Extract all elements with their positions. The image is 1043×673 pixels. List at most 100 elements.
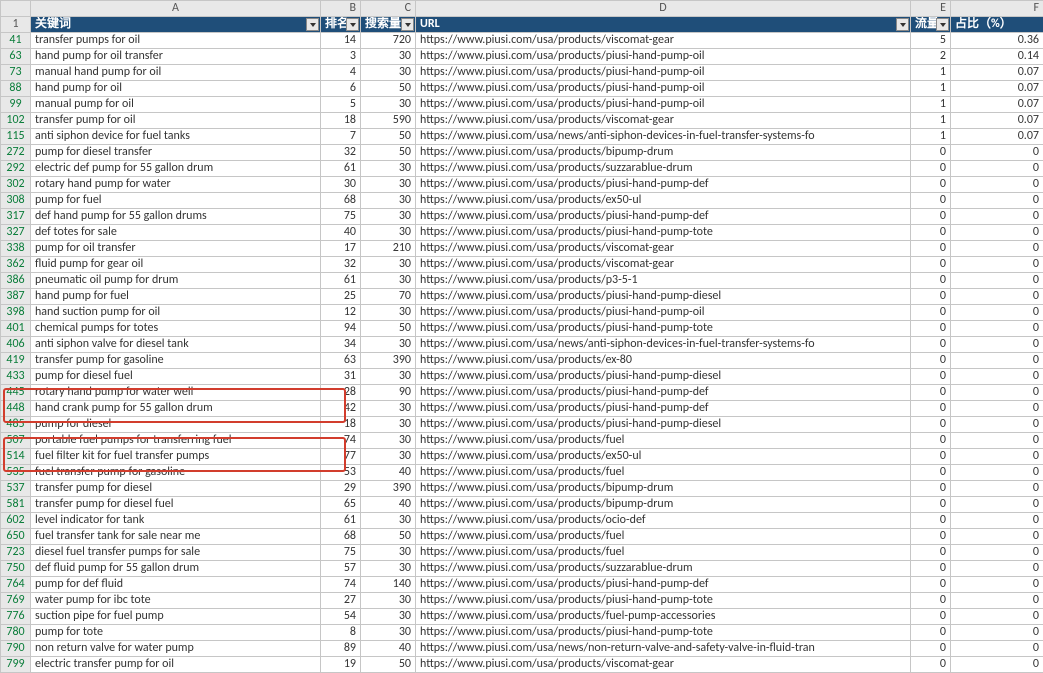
cell-rank[interactable]: 94 — [321, 321, 361, 337]
cell-traffic[interactable]: 0 — [911, 529, 951, 545]
cell-keyword[interactable]: non return valve for water pump — [31, 641, 321, 657]
table-row[interactable]: 485pump for diesel1830https://www.piusi.… — [1, 417, 1043, 433]
row-number[interactable]: 401 — [6, 321, 24, 335]
row-number[interactable]: 102 — [6, 113, 24, 127]
cell-rank[interactable]: 61 — [321, 161, 361, 177]
table-row[interactable]: 507portable fuel pumps for transferring … — [1, 433, 1043, 449]
row-number[interactable]: 292 — [6, 161, 24, 175]
cell-rank[interactable]: 54 — [321, 609, 361, 625]
cell-searchvol[interactable]: 30 — [361, 193, 416, 209]
cell-keyword[interactable]: def hand pump for 55 gallon drums — [31, 209, 321, 225]
cell-rank[interactable]: 68 — [321, 193, 361, 209]
table-row[interactable]: 406anti siphon valve for diesel tank3430… — [1, 337, 1043, 353]
cell-searchvol[interactable]: 40 — [361, 641, 416, 657]
cell-percent[interactable]: 0.14 — [951, 49, 1043, 65]
cell-keyword[interactable]: fuel transfer pump for gasoline — [31, 465, 321, 481]
cell-keyword[interactable]: hand crank pump for 55 gallon drum — [31, 401, 321, 417]
cell-keyword[interactable]: fuel filter kit for fuel transfer pumps — [31, 449, 321, 465]
row-head-1[interactable]: 1 — [1, 17, 31, 33]
cell-traffic[interactable]: 0 — [911, 497, 951, 513]
cell-rank[interactable]: 34 — [321, 337, 361, 353]
cell-url[interactable]: https://www.piusi.com/usa/products/piusi… — [416, 593, 911, 609]
cell-url[interactable]: https://www.piusi.com/usa/products/visco… — [416, 657, 911, 673]
cell-percent[interactable]: 0 — [951, 337, 1043, 353]
cell-url[interactable]: https://www.piusi.com/usa/products/fuel — [416, 529, 911, 545]
table-row[interactable]: 73manual hand pump for oil430https://www… — [1, 65, 1043, 81]
cell-searchvol[interactable]: 30 — [361, 449, 416, 465]
cell-url[interactable]: https://www.piusi.com/usa/products/visco… — [416, 257, 911, 273]
table-row[interactable]: 445rotary hand pump for water well2890ht… — [1, 385, 1043, 401]
cell-keyword[interactable]: hand pump for fuel — [31, 289, 321, 305]
cell-percent[interactable]: 0 — [951, 289, 1043, 305]
cell-traffic[interactable]: 0 — [911, 609, 951, 625]
cell-rank[interactable]: 27 — [321, 593, 361, 609]
cell-traffic[interactable]: 0 — [911, 433, 951, 449]
cell-url[interactable]: https://www.piusi.com/usa/products/piusi… — [416, 417, 911, 433]
cell-url[interactable]: https://www.piusi.com/usa/products/piusi… — [416, 401, 911, 417]
cell-rank[interactable]: 31 — [321, 369, 361, 385]
cell-url[interactable]: https://www.piusi.com/usa/products/p3-5-… — [416, 273, 911, 289]
cell-searchvol[interactable]: 30 — [361, 273, 416, 289]
table-row[interactable]: 102transfer pump for oil18590https://www… — [1, 113, 1043, 129]
row-number[interactable]: 764 — [6, 577, 24, 591]
cell-traffic[interactable]: 0 — [911, 545, 951, 561]
cell-searchvol[interactable]: 30 — [361, 225, 416, 241]
table-row[interactable]: 790non return valve for water pump8940ht… — [1, 641, 1043, 657]
cell-percent[interactable]: 0 — [951, 465, 1043, 481]
cell-percent[interactable]: 0 — [951, 593, 1043, 609]
cell-percent[interactable]: 0 — [951, 545, 1043, 561]
cell-traffic[interactable]: 0 — [911, 145, 951, 161]
cell-percent[interactable]: 0 — [951, 561, 1043, 577]
cell-rank[interactable]: 7 — [321, 129, 361, 145]
cell-percent[interactable]: 0 — [951, 161, 1043, 177]
header-rank[interactable]: 排名 — [321, 17, 361, 33]
cell-rank[interactable]: 18 — [321, 417, 361, 433]
cell-keyword[interactable]: rotary hand pump for water well — [31, 385, 321, 401]
cell-traffic[interactable]: 0 — [911, 593, 951, 609]
table-row[interactable]: 799electric transfer pump for oil1950htt… — [1, 657, 1043, 673]
cell-keyword[interactable]: transfer pumps for oil — [31, 33, 321, 49]
row-number[interactable]: 398 — [6, 305, 24, 319]
table-row[interactable]: 776suction pipe for fuel pump5430https:/… — [1, 609, 1043, 625]
row-number[interactable]: 780 — [6, 625, 24, 639]
cell-url[interactable]: https://www.piusi.com/usa/news/anti-siph… — [416, 129, 911, 145]
cell-percent[interactable]: 0 — [951, 209, 1043, 225]
cell-percent[interactable]: 0 — [951, 529, 1043, 545]
cell-traffic[interactable]: 2 — [911, 49, 951, 65]
table-row[interactable]: 581transfer pump for diesel fuel6540http… — [1, 497, 1043, 513]
cell-keyword[interactable]: pump for def fluid — [31, 577, 321, 593]
cell-rank[interactable]: 53 — [321, 465, 361, 481]
cell-rank[interactable]: 30 — [321, 177, 361, 193]
cell-rank[interactable]: 75 — [321, 545, 361, 561]
cell-url[interactable]: https://www.piusi.com/usa/products/ex-80 — [416, 353, 911, 369]
cell-rank[interactable]: 74 — [321, 577, 361, 593]
table-row[interactable]: 88hand pump for oil650https://www.piusi.… — [1, 81, 1043, 97]
cell-traffic[interactable]: 0 — [911, 481, 951, 497]
cell-keyword[interactable]: def fluid pump for 55 gallon drum — [31, 561, 321, 577]
cell-url[interactable]: https://www.piusi.com/usa/products/ex50-… — [416, 193, 911, 209]
cell-percent[interactable]: 0 — [951, 321, 1043, 337]
row-number[interactable]: 448 — [6, 401, 24, 415]
row-number[interactable]: 602 — [6, 513, 24, 527]
cell-percent[interactable]: 0 — [951, 449, 1043, 465]
cell-searchvol[interactable]: 90 — [361, 385, 416, 401]
cell-traffic[interactable]: 0 — [911, 257, 951, 273]
table-row[interactable]: 327def totes for sale4030https://www.piu… — [1, 225, 1043, 241]
row-number[interactable]: 317 — [6, 209, 24, 223]
table-row[interactable]: 63hand pump for oil transfer330https://w… — [1, 49, 1043, 65]
cell-percent[interactable]: 0 — [951, 177, 1043, 193]
row-number[interactable]: 308 — [6, 193, 24, 207]
cell-traffic[interactable]: 5 — [911, 33, 951, 49]
cell-keyword[interactable]: fluid pump for gear oil — [31, 257, 321, 273]
cell-url[interactable]: https://www.piusi.com/usa/products/piusi… — [416, 225, 911, 241]
cell-keyword[interactable]: anti siphon valve for diesel tank — [31, 337, 321, 353]
cell-searchvol[interactable]: 720 — [361, 33, 416, 49]
cell-rank[interactable]: 17 — [321, 241, 361, 257]
table-row[interactable]: 338pump for oil transfer17210https://www… — [1, 241, 1043, 257]
cell-rank[interactable]: 61 — [321, 273, 361, 289]
cell-traffic[interactable]: 0 — [911, 321, 951, 337]
cell-keyword[interactable]: pump for diesel fuel — [31, 369, 321, 385]
cell-url[interactable]: https://www.piusi.com/usa/products/piusi… — [416, 65, 911, 81]
cell-keyword[interactable]: hand pump for oil — [31, 81, 321, 97]
cell-rank[interactable]: 32 — [321, 257, 361, 273]
